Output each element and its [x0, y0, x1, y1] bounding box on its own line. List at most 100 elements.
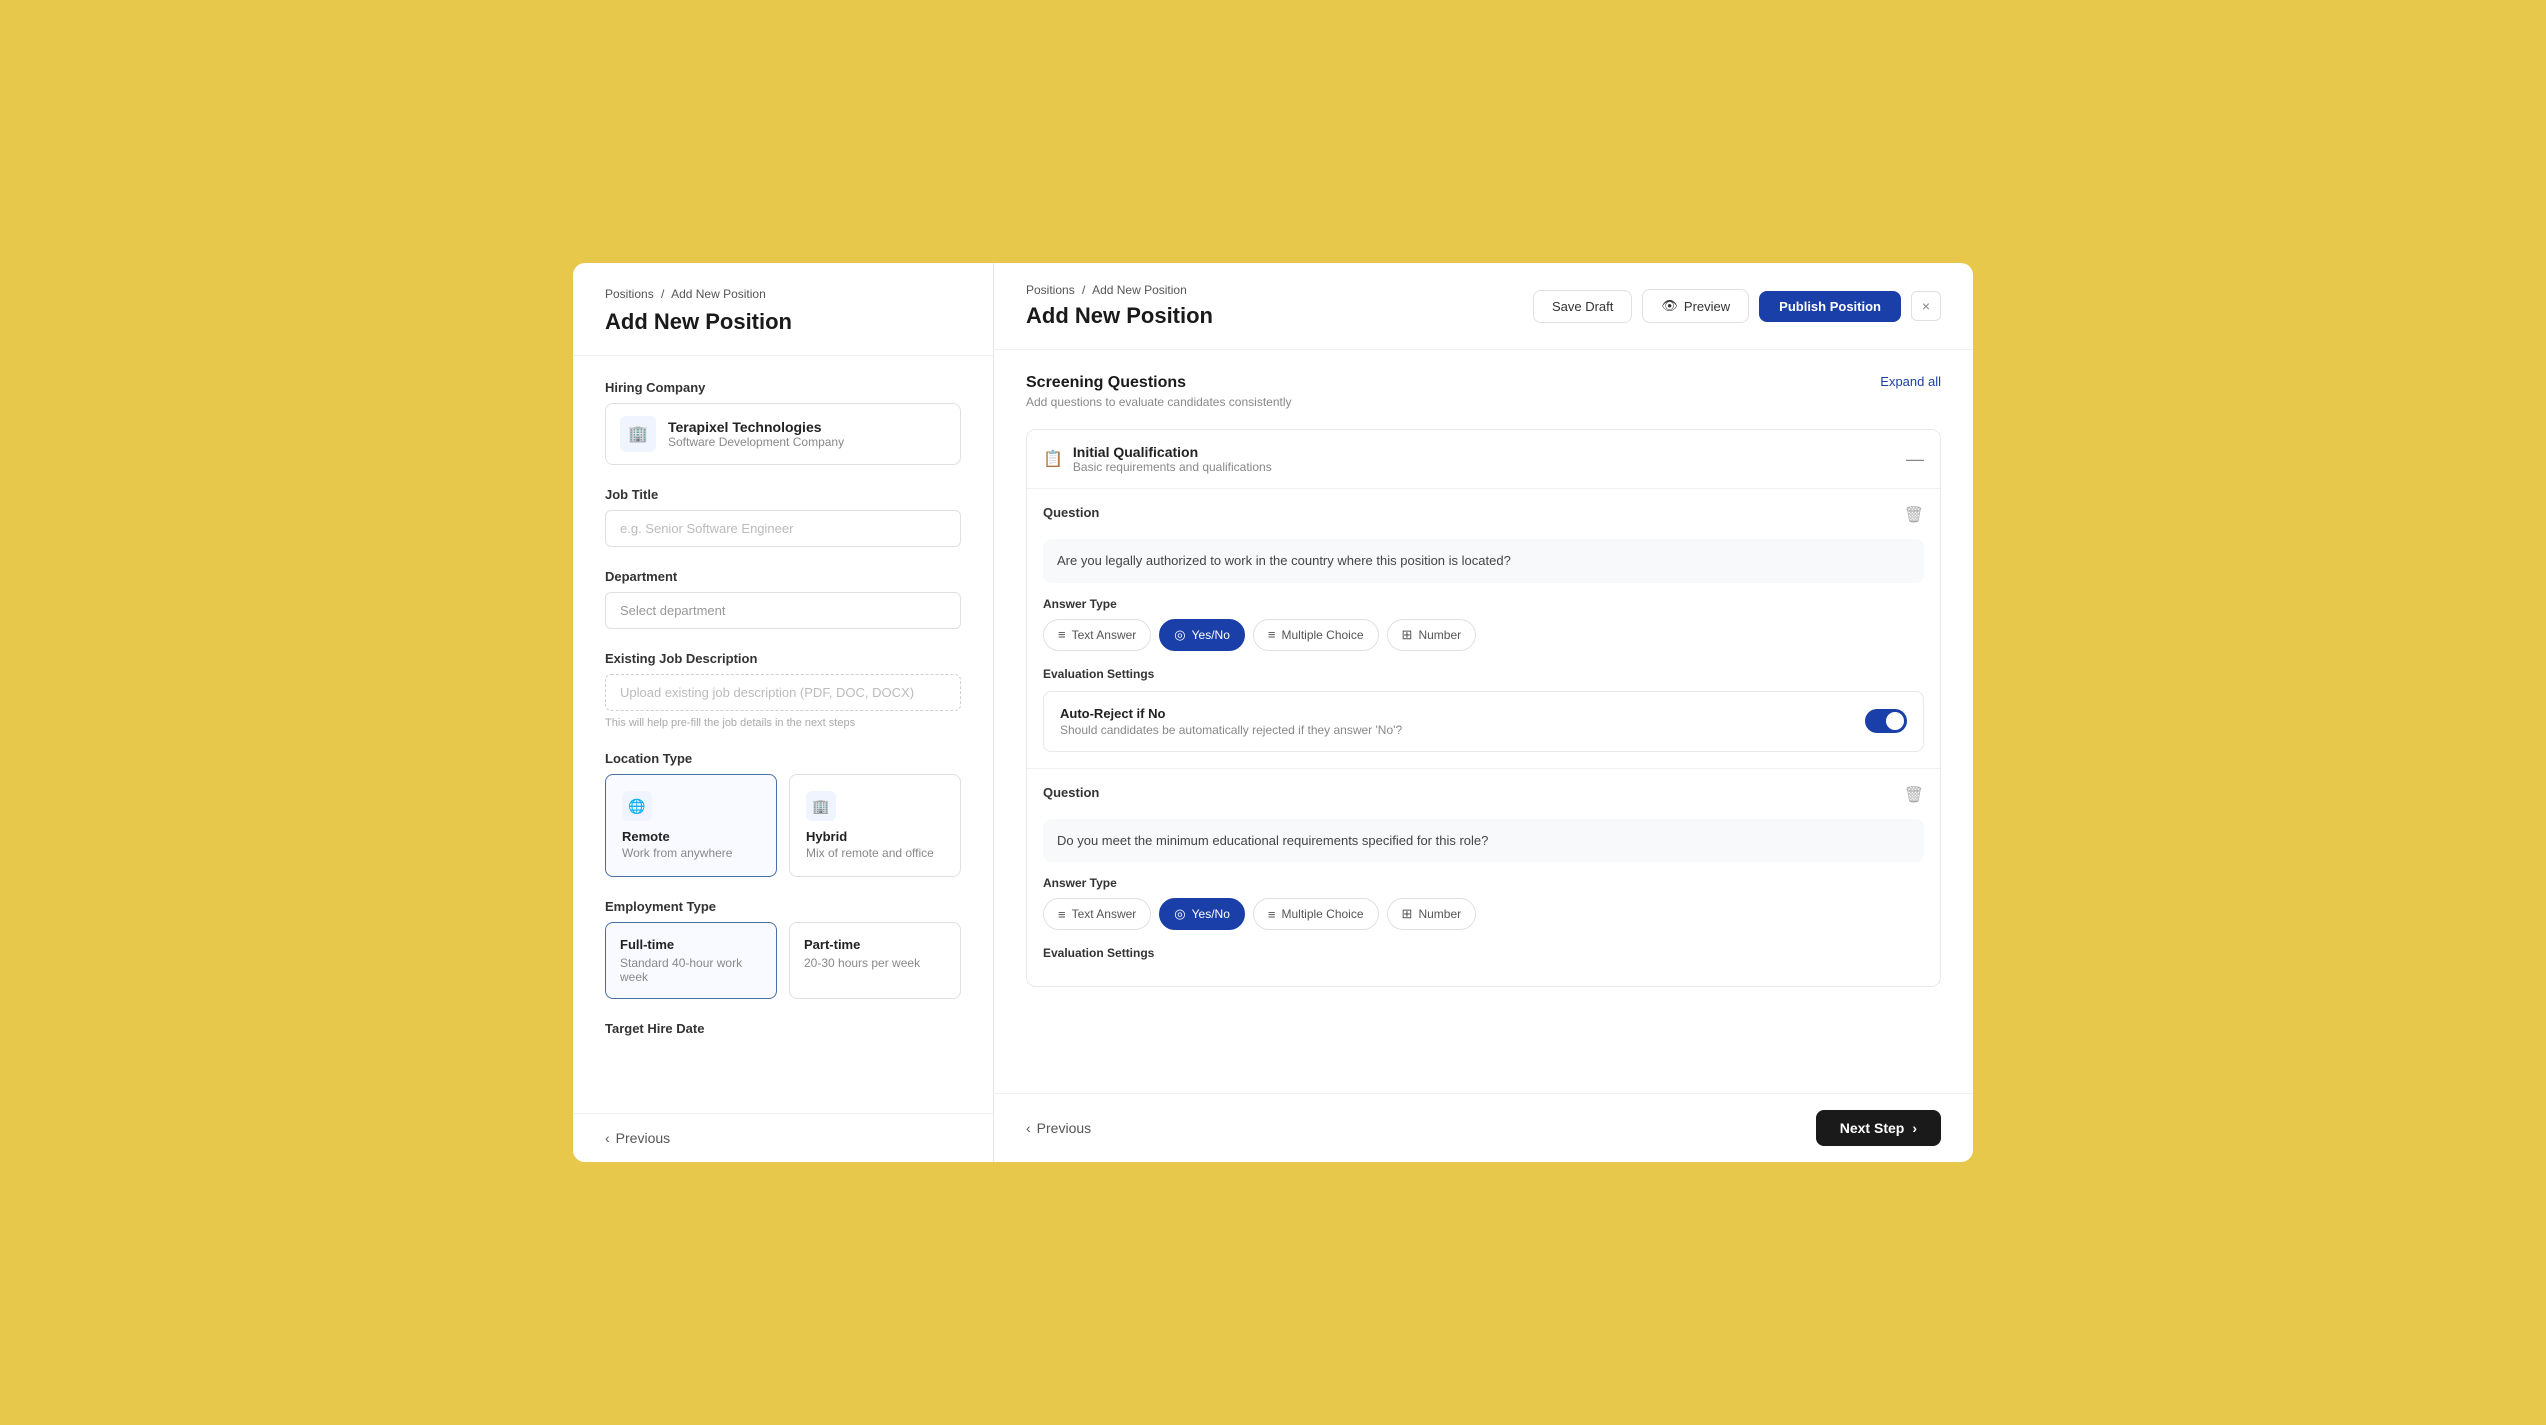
yesno-icon: ◎ — [1174, 627, 1185, 643]
auto-reject-toggle-1[interactable] — [1865, 709, 1907, 733]
yesno-btn-1[interactable]: ◎ Yes/No — [1159, 619, 1245, 651]
left-prev-label: Previous — [616, 1130, 670, 1146]
remote-icon: 🌐 — [622, 791, 652, 821]
question-label-2: Question — [1043, 785, 1099, 800]
hiring-company-label: Hiring Company — [605, 380, 961, 395]
location-card-hybrid[interactable]: 🏢 Hybrid Mix of remote and office — [789, 774, 961, 877]
answer-type-row-1: ≡ Text Answer ◎ Yes/No ≡ Multiple Choice — [1043, 619, 1924, 651]
company-info: Terapixel Technologies Software Developm… — [668, 419, 844, 449]
company-type: Software Development Company — [668, 435, 844, 449]
location-card-remote[interactable]: 🌐 Remote Work from anywhere — [605, 774, 777, 877]
preview-button[interactable]: 👁 Preview — [1642, 289, 1749, 323]
delete-question-2-button[interactable]: 🗑 — [1904, 785, 1924, 805]
right-previous-button[interactable]: ‹ Previous — [1026, 1120, 1091, 1136]
employment-card-parttime[interactable]: Part-time 20-30 hours per week — [789, 922, 961, 999]
answer-type-row-2: ≡ Text Answer ◎ Yes/No ≡ Multiple Choice — [1043, 898, 1924, 930]
employment-type-label: Employment Type — [605, 899, 961, 914]
question-row-2: Question 🗑 — [1043, 785, 1924, 805]
question-block-1: Question 🗑 Are you legally authorized to… — [1027, 489, 1940, 769]
multiple-icon-2: ≡ — [1268, 907, 1276, 922]
number-icon: ⊞ — [1402, 627, 1413, 643]
right-page-title: Add New Position — [1026, 303, 1213, 329]
number-label: Number — [1418, 628, 1461, 642]
number-btn-1[interactable]: ⊞ Number — [1387, 619, 1477, 651]
eval-settings-label-1: Evaluation Settings — [1043, 667, 1924, 681]
delete-question-1-button[interactable]: 🗑 — [1904, 505, 1924, 525]
right-breadcrumb: Positions / Add New Position — [1026, 283, 1213, 297]
qual-title-block: Initial Qualification Basic requirements… — [1073, 444, 1272, 474]
next-step-button[interactable]: Next Step › — [1816, 1110, 1941, 1146]
target-hire-section: Target Hire Date — [605, 1021, 961, 1036]
hiring-company-section: Hiring Company 🏢 Terapixel Technologies … — [605, 380, 961, 465]
save-draft-button[interactable]: Save Draft — [1533, 290, 1632, 323]
question-block-2: Question 🗑 Do you meet the minimum educa… — [1027, 769, 1940, 987]
preview-label: Preview — [1684, 299, 1730, 314]
parttime-title: Part-time — [804, 937, 946, 952]
collapse-button[interactable]: — — [1906, 449, 1924, 470]
company-icon: 🏢 — [620, 416, 656, 452]
jd-hint: This will help pre-fill the job details … — [605, 717, 961, 729]
qualification-section: 📋 Initial Qualification Basic requiremen… — [1026, 429, 1941, 987]
left-header: Positions / Add New Position Add New Pos… — [573, 263, 993, 356]
right-actions: Save Draft 👁 Preview Publish Position × — [1533, 289, 1941, 323]
text-icon-2: ≡ — [1058, 907, 1066, 922]
left-previous-button[interactable]: ‹ Previous — [605, 1130, 670, 1146]
hybrid-desc: Mix of remote and office — [806, 846, 944, 860]
employment-card-fulltime[interactable]: Full-time Standard 40-hour work week — [605, 922, 777, 999]
text-label: Text Answer — [1072, 628, 1137, 642]
company-name: Terapixel Technologies — [668, 419, 844, 435]
number-btn-2[interactable]: ⊞ Number — [1387, 898, 1477, 930]
department-label: Department — [605, 569, 961, 584]
target-hire-label: Target Hire Date — [605, 1021, 961, 1036]
department-select[interactable]: Select department — [605, 592, 961, 629]
multiple-choice-btn-2[interactable]: ≡ Multiple Choice — [1253, 898, 1379, 930]
right-prev-label: Previous — [1037, 1120, 1091, 1136]
qual-icon: 📋 — [1043, 449, 1063, 469]
eval-desc-1: Should candidates be automatically rejec… — [1060, 723, 1402, 737]
yesno-label-2: Yes/No — [1192, 907, 1230, 921]
left-footer: ‹ Previous — [573, 1113, 993, 1162]
text-answer-btn-2[interactable]: ≡ Text Answer — [1043, 898, 1151, 930]
left-panel: Positions / Add New Position Add New Pos… — [573, 263, 993, 1162]
expand-all-button[interactable]: Expand all — [1880, 374, 1941, 389]
left-prev-chevron: ‹ — [605, 1130, 610, 1146]
number-icon-2: ⊞ — [1402, 906, 1413, 922]
employment-grid: Full-time Standard 40-hour work week Par… — [605, 922, 961, 999]
upload-area[interactable]: Upload existing job description (PDF, DO… — [605, 674, 961, 711]
yesno-icon-2: ◎ — [1174, 906, 1185, 922]
multiple-label: Multiple Choice — [1281, 628, 1363, 642]
text-answer-btn-1[interactable]: ≡ Text Answer — [1043, 619, 1151, 651]
job-title-input[interactable] — [605, 510, 961, 547]
hybrid-icon: 🏢 — [806, 791, 836, 821]
right-panel: Positions / Add New Position Add New Pos… — [993, 263, 1973, 1162]
right-content: Screening Questions Add questions to eva… — [994, 350, 1973, 1093]
left-page-title: Add New Position — [605, 309, 961, 335]
next-step-arrow: › — [1912, 1120, 1917, 1136]
right-footer: ‹ Previous Next Step › — [994, 1093, 1973, 1162]
screening-subtitle: Add questions to evaluate candidates con… — [1026, 395, 1292, 409]
remote-title: Remote — [622, 829, 760, 844]
close-button[interactable]: × — [1911, 291, 1941, 321]
location-type-label: Location Type — [605, 751, 961, 766]
text-icon: ≡ — [1058, 627, 1066, 642]
right-header-left: Positions / Add New Position Add New Pos… — [1026, 283, 1213, 329]
fulltime-title: Full-time — [620, 937, 762, 952]
hybrid-title: Hybrid — [806, 829, 944, 844]
eval-title-1: Auto-Reject if No — [1060, 706, 1402, 721]
number-label-2: Number — [1418, 907, 1461, 921]
publish-position-button[interactable]: Publish Position — [1759, 291, 1901, 322]
yesno-label: Yes/No — [1192, 628, 1230, 642]
answer-type-label-1: Answer Type — [1043, 597, 1924, 611]
yesno-btn-2[interactable]: ◎ Yes/No — [1159, 898, 1245, 930]
eval-info-1: Auto-Reject if No Should candidates be a… — [1060, 706, 1402, 737]
multiple-label-2: Multiple Choice — [1281, 907, 1363, 921]
preview-icon: 👁 — [1661, 298, 1678, 314]
left-content: Hiring Company 🏢 Terapixel Technologies … — [573, 356, 993, 1082]
text-label-2: Text Answer — [1072, 907, 1137, 921]
question-text-1: Are you legally authorized to work in th… — [1043, 539, 1924, 583]
existing-jd-section: Existing Job Description Upload existing… — [605, 651, 961, 729]
remote-desc: Work from anywhere — [622, 846, 760, 860]
answer-type-label-2: Answer Type — [1043, 876, 1924, 890]
question-text-2: Do you meet the minimum educational requ… — [1043, 819, 1924, 863]
multiple-choice-btn-1[interactable]: ≡ Multiple Choice — [1253, 619, 1379, 651]
